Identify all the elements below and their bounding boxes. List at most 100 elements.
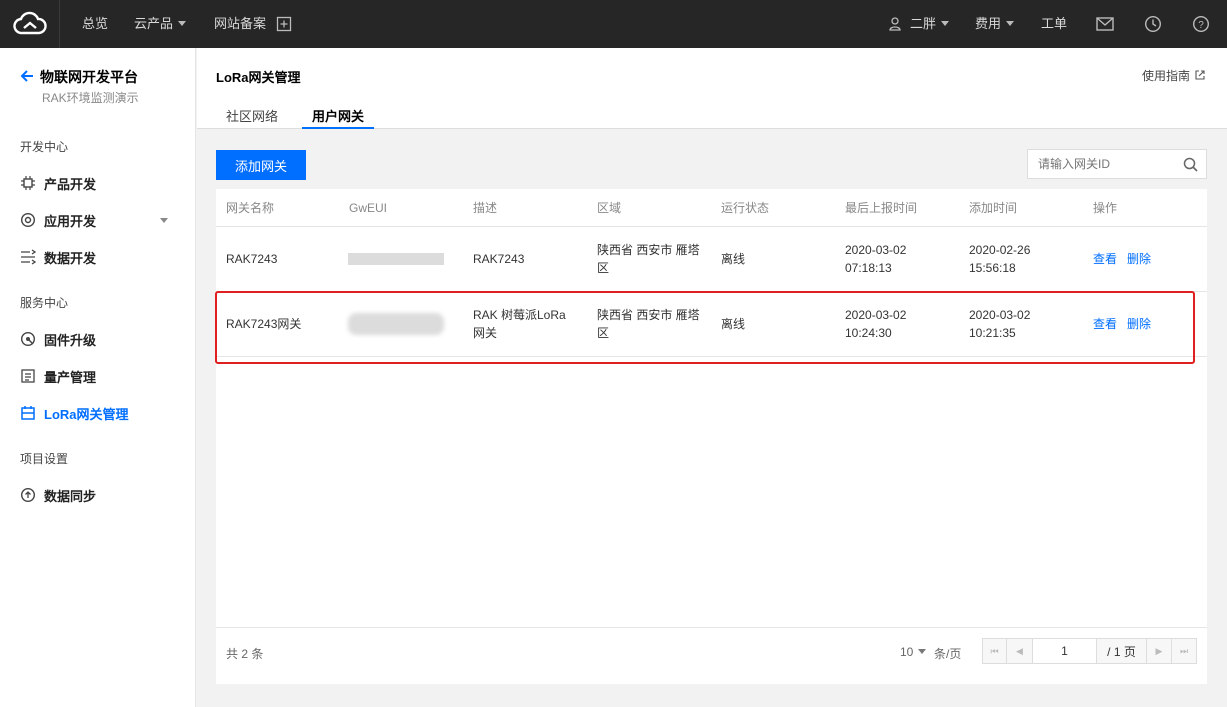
ticket-link[interactable]: 工单 <box>1041 0 1067 48</box>
gweui-redacted <box>348 227 444 291</box>
actions: 查看 删除 <box>1093 292 1161 356</box>
region: 陕西省 西安市 雁塔区 <box>597 308 700 340</box>
page-title: LoRa网关管理 <box>216 70 301 85</box>
guide-label: 使用指南 <box>1141 69 1190 83</box>
column-header: 区域 <box>597 201 622 215</box>
sidebar: 物联网开发平台 RAK环境监测演示 开发中心 产品开发 应用开发 数据开发 服务… <box>0 48 196 707</box>
column-header: 添加时间 <box>969 201 1018 215</box>
status: 离线 <box>721 317 746 331</box>
sidebar-item-data-sync[interactable]: 数据同步 <box>20 483 180 507</box>
gateway-icon <box>20 405 36 421</box>
last-report-time: 2020-03-02 10:24:30 <box>845 308 907 340</box>
user-icon[interactable] <box>886 14 906 34</box>
region: 陕西省 西安市 雁塔区 <box>597 243 700 275</box>
last-page-icon[interactable]: ⏭ <box>1171 638 1197 664</box>
column-header: GwEUI <box>349 201 388 215</box>
delete-link[interactable]: 删除 <box>1127 250 1151 268</box>
added-time: 2020-03-02 10:21:35 <box>969 308 1031 340</box>
tab-user-gateway[interactable]: 用户网关 <box>302 106 375 129</box>
search-input[interactable] <box>1028 157 1176 171</box>
prev-page-icon[interactable]: ◀ <box>1006 638 1033 664</box>
mail-icon[interactable] <box>1095 14 1115 34</box>
column-header: 最后上报时间 <box>845 201 918 215</box>
view-link[interactable]: 查看 <box>1093 315 1117 333</box>
project-name: RAK环境监测演示 <box>42 91 139 105</box>
nav-cloud-products[interactable]: 云产品 <box>134 0 187 48</box>
fee-menu[interactable]: 费用 <box>975 0 1015 48</box>
gateway-name: RAK7243网关 <box>226 317 302 331</box>
section-project-settings: 项目设置 <box>20 452 69 466</box>
per-page-label: 条/页 <box>934 647 962 661</box>
chevron-down-icon <box>178 21 187 27</box>
chevron-down-icon <box>1006 21 1015 27</box>
add-gateway-button[interactable]: 添加网关 <box>216 150 306 180</box>
page-total: / 1 页 <box>1096 638 1147 664</box>
added-time: 2020-02-26 15:56:18 <box>969 243 1031 275</box>
sidebar-item-product-dev[interactable]: 产品开发 <box>20 171 180 195</box>
gateway-table: 网关名称 GwEUI 描述 区域 运行状态 最后上报时间 添加时间 操作 RAK… <box>216 189 1207 684</box>
top-bar: 总览 云产品 网站备案 二胖 费用 工单 ? <box>0 0 1227 48</box>
page-size-select[interactable]: 10 <box>900 645 927 659</box>
sidebar-item-label: 量产管理 <box>44 369 97 385</box>
sidebar-item-label: 产品开发 <box>44 176 97 192</box>
sidebar-item-label: 应用开发 <box>44 213 97 229</box>
sidebar-item-label: 数据开发 <box>44 250 97 266</box>
clock-icon[interactable] <box>1143 14 1163 34</box>
table-row: RAK7243网关 RAK 树莓派LoRa 网关 陕西省 西安市 雁塔区 离线 2… <box>216 292 1207 357</box>
gear-icon <box>20 212 36 228</box>
cloud-logo-icon[interactable] <box>0 0 60 48</box>
column-header: 描述 <box>473 201 498 215</box>
total-count: 共 2 条 <box>226 647 264 661</box>
table-row: RAK7243 RAK7243 陕西省 西安市 雁塔区 离线 2020-03-0… <box>216 227 1207 292</box>
page-header: LoRa网关管理 使用指南 社区网络 用户网关 <box>197 48 1227 129</box>
sidebar-title: 物联网开发平台 <box>40 69 138 85</box>
next-page-icon[interactable]: ▶ <box>1146 638 1172 664</box>
sidebar-item-firmware[interactable]: 固件升级 <box>20 327 180 351</box>
column-header: 操作 <box>1093 201 1118 215</box>
sync-icon <box>20 487 36 503</box>
sidebar-item-lora-gateway[interactable]: LoRa网关管理 <box>20 401 180 425</box>
svg-text:?: ? <box>1198 20 1204 31</box>
description: RAK 树莓派LoRa 网关 <box>473 308 566 340</box>
sidebar-item-data-dev[interactable]: 数据开发 <box>20 245 180 269</box>
chip-icon <box>20 175 36 191</box>
upgrade-icon <box>20 331 36 347</box>
help-icon[interactable]: ? <box>1191 14 1211 34</box>
sidebar-header[interactable]: 物联网开发平台 <box>20 67 138 87</box>
pagination: 共 2 条 10 条/页 ⏮ ◀ 1 / 1 页 ▶ ⏭ <box>216 627 1207 684</box>
chevron-down-icon[interactable] <box>160 218 168 223</box>
sidebar-item-label: 固件升级 <box>44 332 97 348</box>
search-icon[interactable] <box>1183 157 1198 175</box>
section-dev-center: 开发中心 <box>20 140 69 154</box>
sidebar-item-mass-production[interactable]: 量产管理 <box>20 364 180 388</box>
view-link[interactable]: 查看 <box>1093 250 1117 268</box>
chevron-down-icon <box>918 649 927 655</box>
column-header: 运行状态 <box>721 201 770 215</box>
tab-community-network[interactable]: 社区网络 <box>226 106 278 129</box>
gweui-redacted <box>348 292 444 356</box>
user-menu[interactable]: 二胖 <box>910 0 950 48</box>
search-box <box>1027 149 1207 179</box>
guide-link[interactable]: 使用指南 <box>1142 67 1205 84</box>
add-shortcut-icon[interactable] <box>274 14 294 34</box>
list-icon <box>20 368 36 384</box>
section-service-center: 服务中心 <box>20 296 69 310</box>
actions: 查看 删除 <box>1093 227 1161 291</box>
delete-link[interactable]: 删除 <box>1127 315 1151 333</box>
nav-website-filing[interactable]: 网站备案 <box>214 0 266 48</box>
last-report-time: 2020-03-02 07:18:13 <box>845 243 907 275</box>
sidebar-item-label: 数据同步 <box>44 488 97 504</box>
status: 离线 <box>721 252 746 266</box>
nav-overview[interactable]: 总览 <box>82 0 108 48</box>
external-link-icon <box>1195 69 1205 83</box>
sidebar-item-label: LoRa网关管理 <box>44 406 129 422</box>
chevron-down-icon <box>941 21 950 27</box>
back-arrow-icon[interactable] <box>20 69 34 86</box>
page-number-input[interactable]: 1 <box>1032 638 1097 664</box>
flow-icon <box>20 249 36 265</box>
description: RAK7243 <box>473 252 525 266</box>
gateway-name: RAK7243 <box>226 252 278 266</box>
column-header: 网关名称 <box>226 201 275 215</box>
first-page-icon[interactable]: ⏮ <box>982 638 1007 664</box>
sidebar-item-app-dev[interactable]: 应用开发 <box>20 208 180 232</box>
